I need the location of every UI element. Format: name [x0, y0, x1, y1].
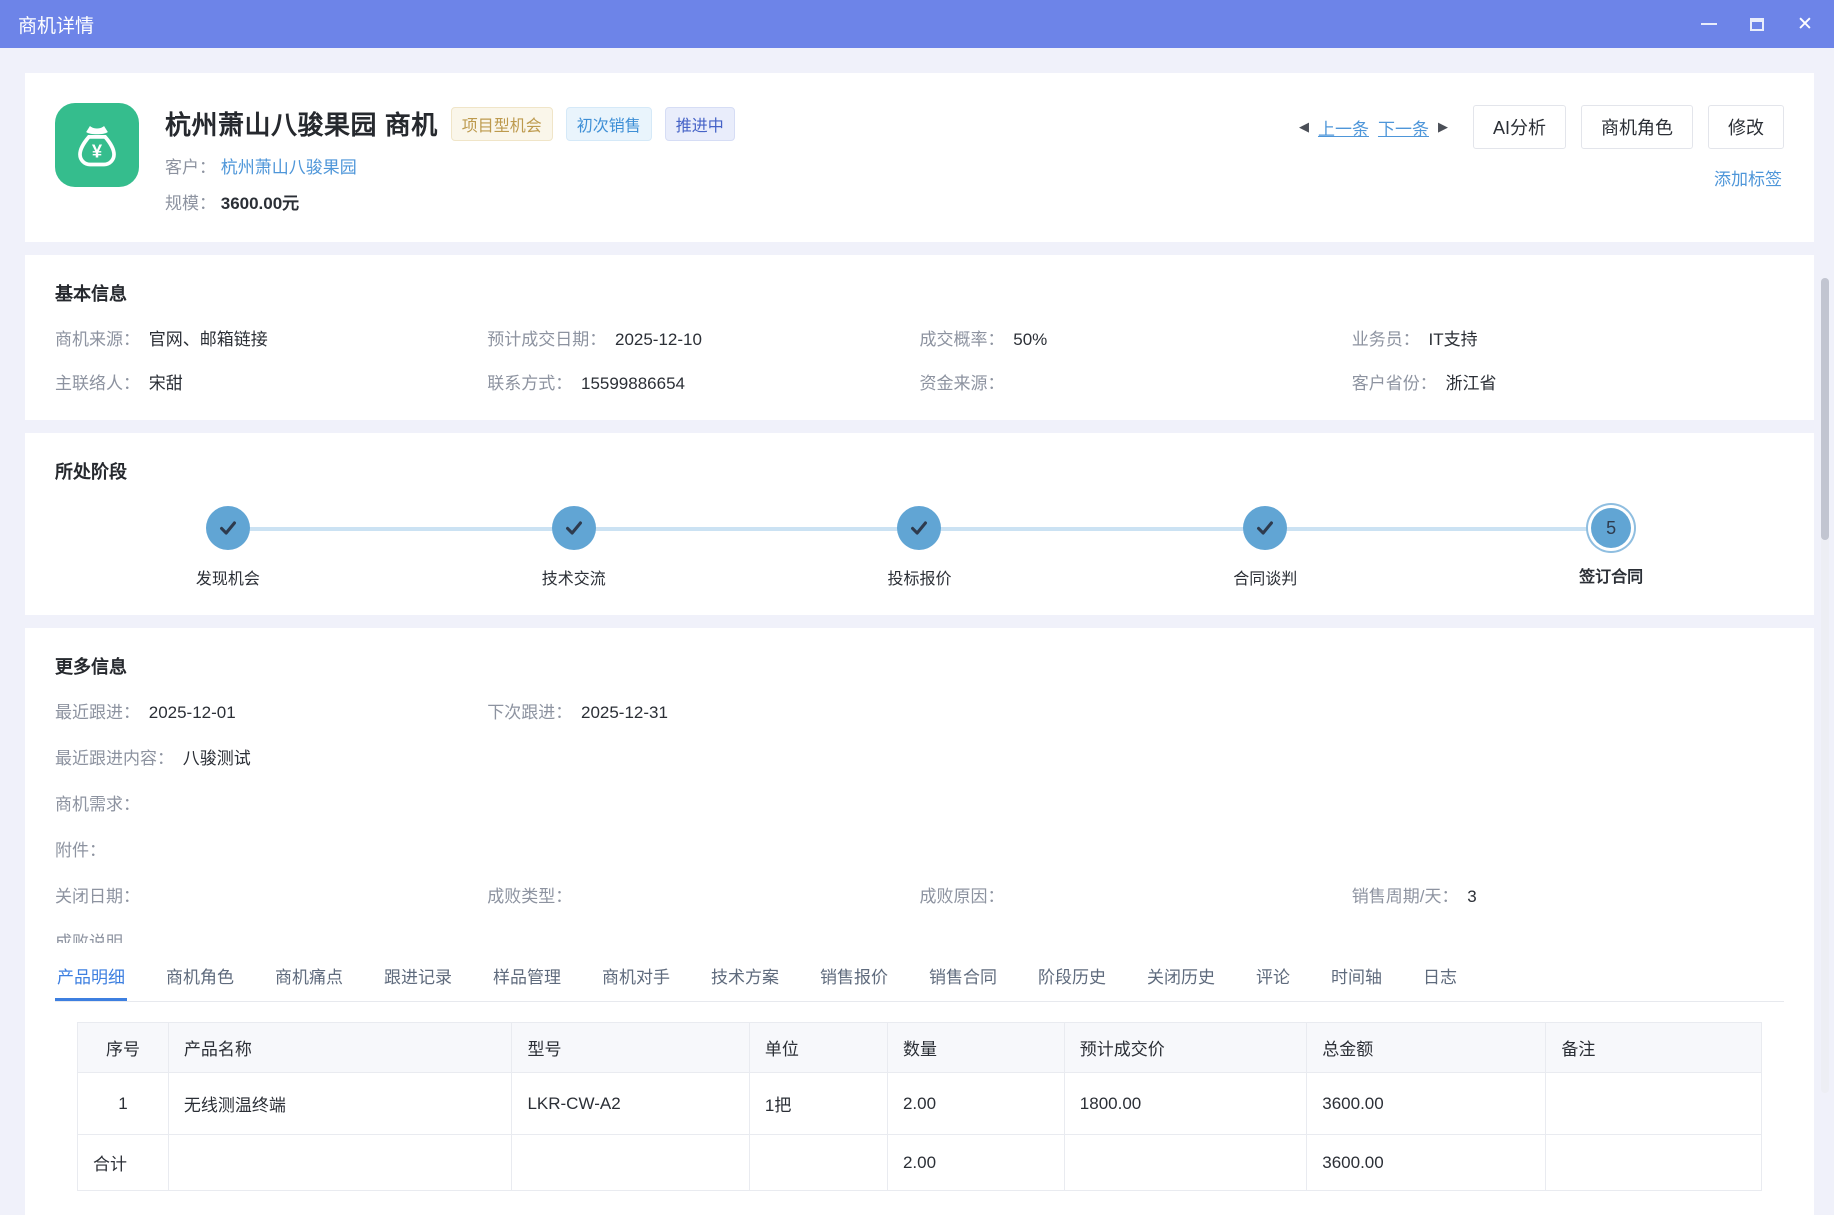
customer-label: 客户：	[165, 158, 216, 177]
table-total-row: 合计 2.00 3600.00	[78, 1135, 1762, 1191]
stage-section-title: 所处阶段	[55, 458, 1784, 484]
basic-info-title: 基本信息	[55, 280, 1784, 306]
col-expected-price: 预计成交价	[1064, 1023, 1306, 1073]
field-expected-close-date: 预计成交日期： 2025-12-10	[487, 325, 919, 350]
svg-text:¥: ¥	[92, 140, 103, 161]
prev-arrow-icon[interactable]: ◀	[1299, 119, 1309, 135]
tag-project-type: 项目型机会	[451, 107, 553, 141]
tab-product-detail[interactable]: 产品明细	[55, 951, 127, 1001]
col-remark: 备注	[1546, 1023, 1762, 1073]
scrollbar-thumb[interactable]	[1821, 278, 1829, 540]
main-content: ¥ 杭州萧山八骏果园 商机 项目型机会 初次销售 推进中 客户： 杭州萧山八骏果…	[0, 48, 1834, 1215]
field-salesperson: 业务员： IT支持	[1352, 325, 1784, 350]
vertical-scrollbar	[1821, 278, 1829, 1093]
minimize-icon[interactable]	[1698, 13, 1720, 35]
more-info-title: 更多信息	[55, 653, 1784, 679]
tab-comments[interactable]: 评论	[1254, 951, 1292, 1001]
opportunity-role-button[interactable]: 商机角色	[1581, 105, 1693, 149]
tab-followup-records[interactable]: 跟进记录	[382, 951, 454, 1001]
window-title: 商机详情	[18, 11, 94, 38]
detail-tabbar: 产品明细 商机角色 商机痛点 跟进记录 样品管理 商机对手 技术方案 销售报价 …	[55, 951, 1784, 1002]
field-result-reason: 成败原因：	[920, 882, 1352, 907]
money-bag-icon: ¥	[55, 103, 139, 187]
field-fund-source: 资金来源：	[920, 369, 1352, 394]
stage-number-badge[interactable]: 5	[1591, 508, 1631, 548]
stage-check-icon[interactable]	[206, 506, 250, 550]
next-arrow-icon[interactable]: ▶	[1438, 119, 1448, 135]
table-header-row: 序号 产品名称 型号 单位 数量 预计成交价 总金额 备注	[78, 1023, 1762, 1073]
field-attachment: 附件：	[55, 836, 1784, 861]
edit-button[interactable]: 修改	[1708, 105, 1784, 149]
next-record-link[interactable]: 下一条	[1378, 115, 1429, 140]
header-actions: ◀ 上一条 下一条 ▶ AI分析 商机角色 修改	[1299, 105, 1784, 149]
field-recent-followup-content: 最近跟进内容： 八骏测试	[55, 744, 1784, 769]
col-total-amount: 总金额	[1307, 1023, 1546, 1073]
col-model: 型号	[512, 1023, 749, 1073]
stage-sign-contract: 5 签订合同	[1438, 506, 1784, 589]
contact-link[interactable]: 宋甜	[149, 374, 183, 393]
field-source: 商机来源： 官网、邮箱链接	[55, 325, 487, 350]
scale-label: 规模：	[165, 194, 216, 213]
field-sales-cycle: 销售周期/天： 3	[1352, 882, 1784, 907]
tab-pain-points[interactable]: 商机痛点	[273, 951, 345, 1001]
total-quantity: 2.00	[887, 1135, 1064, 1191]
product-table: 序号 产品名称 型号 单位 数量 预计成交价 总金额 备注 1	[77, 1022, 1762, 1191]
basic-info-section: 基本信息 商机来源： 官网、邮箱链接 预计成交日期： 2025-12-10 成交…	[25, 255, 1814, 420]
field-customer-province: 客户省份： 浙江省	[1352, 369, 1784, 394]
opportunity-header-card: ¥ 杭州萧山八骏果园 商机 项目型机会 初次销售 推进中 客户： 杭州萧山八骏果…	[25, 73, 1814, 242]
close-icon[interactable]: ✕	[1794, 13, 1816, 35]
opportunity-detail-window: 商机详情 ✕ ¥ 杭州萧山八骏果园 商机 项目	[0, 0, 1834, 1132]
field-win-probability: 成交概率： 50%	[920, 325, 1352, 350]
col-quantity: 数量	[887, 1023, 1064, 1073]
stage-check-icon[interactable]	[897, 506, 941, 550]
field-recent-followup: 最近跟进： 2025-12-01	[55, 698, 487, 723]
tag-first-sale: 初次销售	[566, 107, 652, 141]
maximize-icon[interactable]	[1746, 13, 1768, 35]
field-close-date: 关闭日期：	[55, 882, 487, 907]
tag-status-advancing: 推进中	[665, 107, 735, 141]
ai-analysis-button[interactable]: AI分析	[1473, 105, 1566, 149]
field-result-note-clipped: 成败说明	[55, 928, 1784, 943]
tab-tech-solution[interactable]: 技术方案	[709, 951, 781, 1001]
tab-close-history[interactable]: 关闭历史	[1145, 951, 1217, 1001]
stage-section: 所处阶段 发现机会 技术交流	[25, 433, 1814, 615]
customer-link[interactable]: 杭州萧山八骏果园	[221, 158, 357, 177]
tab-logs[interactable]: 日志	[1421, 951, 1459, 1001]
col-product-name: 产品名称	[168, 1023, 512, 1073]
col-index: 序号	[78, 1023, 169, 1073]
window-titlebar: 商机详情 ✕	[0, 0, 1834, 48]
tab-stage-history[interactable]: 阶段历史	[1036, 951, 1108, 1001]
col-unit: 单位	[749, 1023, 887, 1073]
stage-bidding: 投标报价	[747, 506, 1093, 589]
prev-record-link[interactable]: 上一条	[1318, 115, 1369, 140]
stage-tech-exchange: 技术交流	[401, 506, 747, 589]
stage-progress: 发现机会 技术交流 投标报价	[55, 506, 1784, 589]
stage-negotiation: 合同谈判	[1092, 506, 1438, 589]
field-demand: 商机需求：	[55, 790, 1784, 815]
total-amount: 3600.00	[1307, 1135, 1546, 1191]
stage-check-icon[interactable]	[1243, 506, 1287, 550]
add-tag-link[interactable]: 添加标签	[1714, 165, 1782, 190]
stage-check-icon[interactable]	[552, 506, 596, 550]
tab-opportunity-role[interactable]: 商机角色	[164, 951, 236, 1001]
field-next-followup: 下次跟进： 2025-12-31	[487, 698, 919, 723]
field-main-contact: 主联络人： 宋甜	[55, 369, 487, 394]
field-result-type: 成败类型：	[487, 882, 919, 907]
field-contact-phone: 联系方式： 15599886654	[487, 369, 919, 394]
tab-sales-contract[interactable]: 销售合同	[927, 951, 999, 1001]
tab-sample-management[interactable]: 样品管理	[491, 951, 563, 1001]
scale-value: 3600.00元	[221, 194, 299, 213]
total-label: 合计	[78, 1135, 169, 1191]
stage-discover: 发现机会	[55, 506, 401, 589]
tab-competitors[interactable]: 商机对手	[600, 951, 672, 1001]
tab-timeline[interactable]: 时间轴	[1329, 951, 1384, 1001]
window-controls: ✕	[1698, 13, 1816, 35]
more-info-section: 更多信息 最近跟进： 2025-12-01 下次跟进： 2025-12-31 最…	[25, 628, 1814, 1215]
page-title: 杭州萧山八骏果园 商机	[165, 105, 438, 142]
table-row: 1 无线测温终端 LKR-CW-A2 1把 2.00 1800.00 3600.…	[78, 1073, 1762, 1135]
tab-sales-quote[interactable]: 销售报价	[818, 951, 890, 1001]
